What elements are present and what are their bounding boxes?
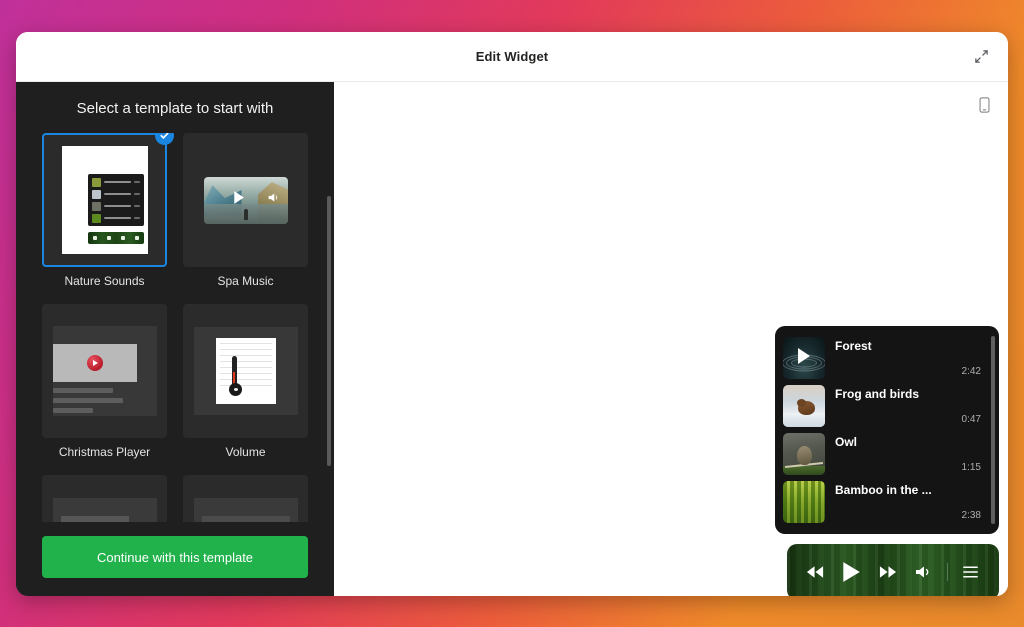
template-thumbnail xyxy=(183,133,308,267)
list-icon[interactable] xyxy=(958,559,984,585)
template-scroll-area[interactable]: Nature Sounds Spa Music Christmas Player… xyxy=(16,133,334,522)
selected-check-icon xyxy=(155,133,174,145)
track-row[interactable]: Forest 2:42 xyxy=(783,334,993,382)
sidebar-title: Select a template to start with xyxy=(76,100,274,117)
page-title: Edit Widget xyxy=(475,49,549,64)
track-row[interactable]: Owl 1:15 xyxy=(783,430,993,478)
continue-with-template-button[interactable]: Continue with this template xyxy=(42,536,308,578)
template-card-nature-sounds[interactable]: Nature Sounds xyxy=(42,133,174,288)
track-title: Forest xyxy=(835,339,872,353)
template-thumbnail xyxy=(183,304,308,438)
window-titlebar: Edit Widget xyxy=(16,32,1008,82)
thermometer-document-preview xyxy=(193,327,298,415)
template-thumbnail xyxy=(183,475,308,522)
frog-snow-art xyxy=(783,385,825,427)
player-control-bar xyxy=(787,544,999,596)
expand-arrows-icon[interactable] xyxy=(968,44,994,70)
template-card-partial-right[interactable] xyxy=(183,475,308,522)
play-icon xyxy=(798,347,810,364)
template-label: Volume xyxy=(225,445,266,459)
track-duration: 2:42 xyxy=(961,366,981,377)
speaker-icon xyxy=(267,191,280,209)
video-player-preview xyxy=(196,157,295,243)
play-icon xyxy=(86,355,103,371)
template-grid: Nature Sounds Spa Music Christmas Player… xyxy=(42,133,308,522)
edit-widget-window: Edit Widget Select a template to start w… xyxy=(16,32,1008,596)
template-sidebar: Select a template to start with Nature S… xyxy=(16,82,334,596)
play-icon xyxy=(230,189,247,211)
speaker-icon[interactable] xyxy=(911,559,937,585)
bamboo-grove-art xyxy=(783,481,825,523)
template-card-partial-left[interactable] xyxy=(42,475,167,522)
rewind-icon[interactable] xyxy=(802,559,828,585)
template-card-spa-music[interactable]: Spa Music xyxy=(183,133,308,288)
preview-canvas: Forest 2:42 Frog and birds 0:47 Owl 1:15… xyxy=(334,82,1008,596)
track-duration: 1:15 xyxy=(961,462,981,473)
track-duration: 2:38 xyxy=(961,510,981,521)
track-title: Frog and birds xyxy=(835,387,919,401)
track-row[interactable]: Frog and birds 0:47 xyxy=(783,382,993,430)
template-card-christmas-player[interactable]: Christmas Player xyxy=(42,304,167,459)
sidebar-scrollbar[interactable] xyxy=(327,196,331,466)
track-row[interactable]: Bamboo in the ... 2:38 xyxy=(783,478,993,526)
video-article-preview xyxy=(52,326,157,416)
template-label: Nature Sounds xyxy=(64,274,145,288)
fast-forward-icon[interactable] xyxy=(874,559,900,585)
widget-scrollbar[interactable] xyxy=(991,336,995,524)
window-body: Select a template to start with Nature S… xyxy=(16,82,1008,596)
template-thumbnail xyxy=(42,133,174,267)
template-label: Spa Music xyxy=(217,274,274,288)
playlist-widget: Forest 2:42 Frog and birds 0:47 Owl 1:15… xyxy=(775,326,999,534)
track-duration: 0:47 xyxy=(961,414,981,425)
track-title: Bamboo in the ... xyxy=(835,483,932,497)
control-separator xyxy=(946,563,948,581)
template-label: Christmas Player xyxy=(58,445,151,459)
owl-branch-art xyxy=(783,433,825,475)
play-icon[interactable] xyxy=(838,559,864,585)
water-ripple-art xyxy=(783,337,825,379)
template-card-volume[interactable]: Volume xyxy=(183,304,308,459)
playlist-widget-preview xyxy=(61,146,148,254)
thermometer-icon xyxy=(228,356,242,396)
track-title: Owl xyxy=(835,435,858,449)
sidebar-footer: Continue with this template xyxy=(16,522,334,596)
template-thumbnail xyxy=(42,304,167,438)
template-thumbnail xyxy=(42,475,167,522)
mobile-device-icon[interactable] xyxy=(972,92,996,118)
